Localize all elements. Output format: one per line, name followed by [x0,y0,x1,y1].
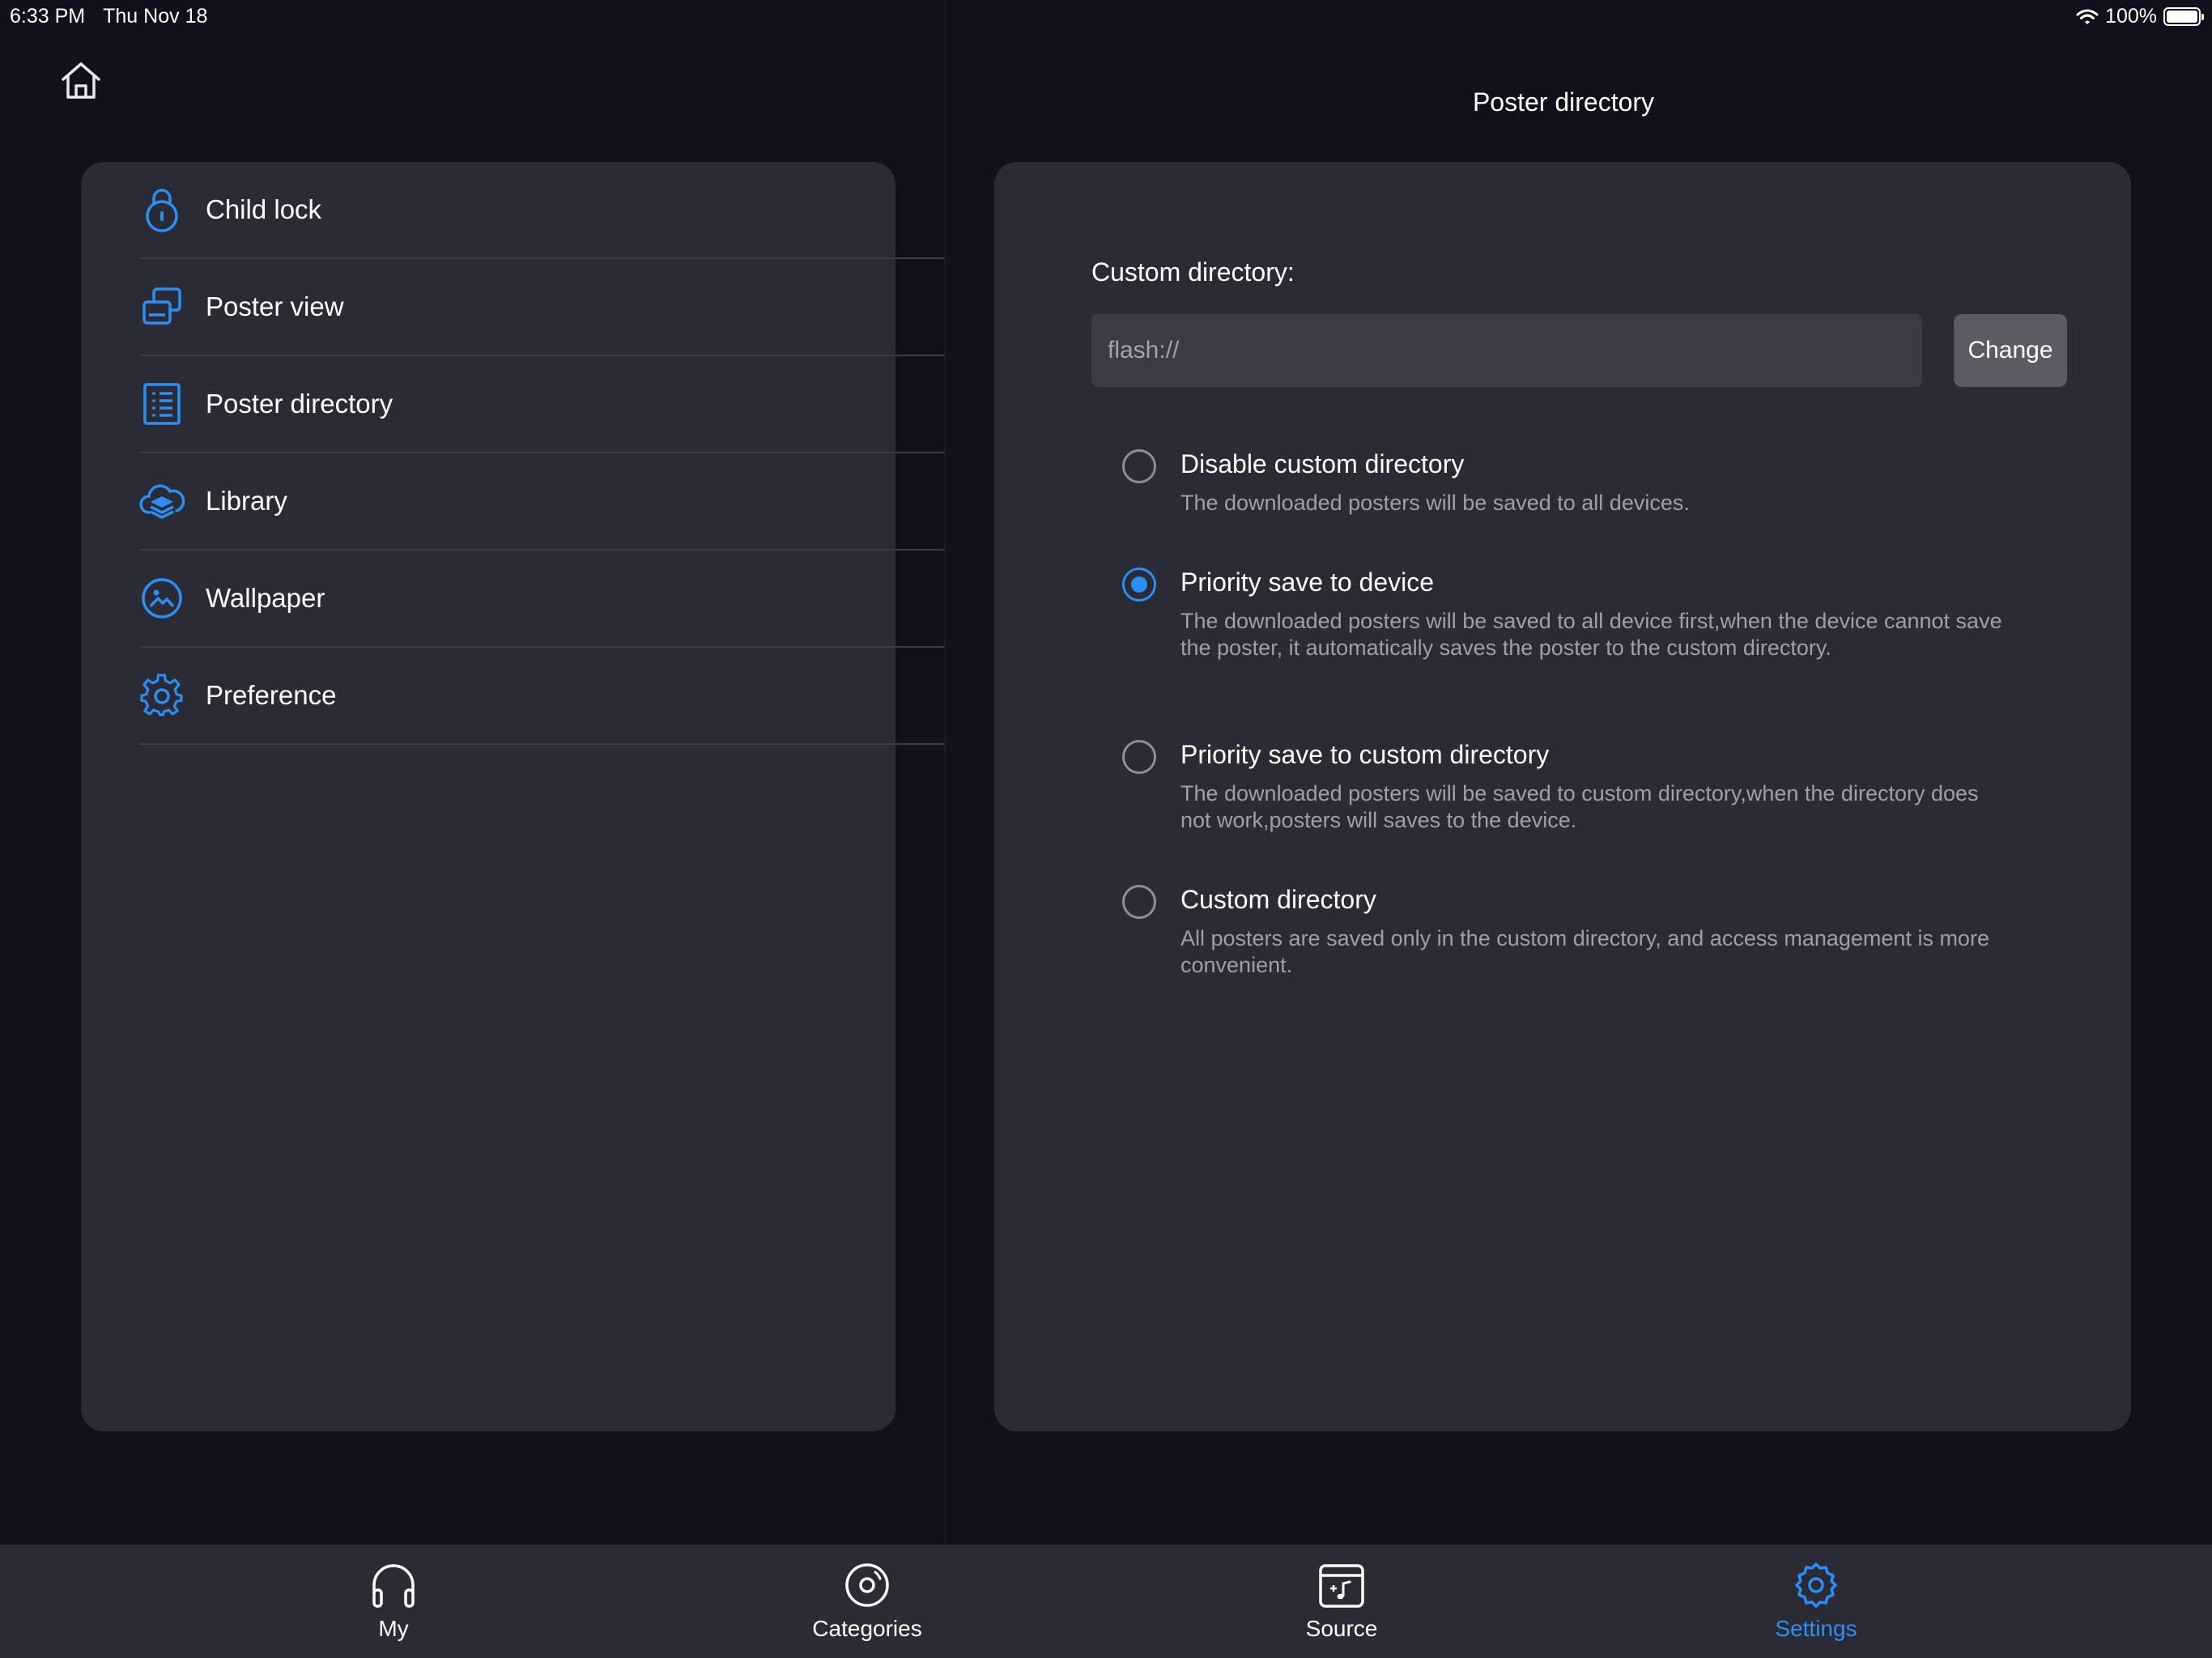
tab-label: Settings [1775,1616,1857,1641]
menu-item-label: Wallpaper [206,583,325,613]
change-button[interactable]: Change [1954,314,2067,387]
gear-icon [1795,1562,1837,1608]
tab-label: Source [1305,1616,1378,1641]
menu-item-label: Library [206,486,287,516]
menu-item-poster-view[interactable]: Poster view [139,259,944,356]
custom-directory-label: Custom directory: [1091,257,1295,287]
tab-label: My [378,1616,409,1641]
radio-button[interactable] [1122,885,1156,919]
tab-categories[interactable]: Categories [746,1545,989,1658]
option-description: The downloaded posters will be saved to … [1180,609,2002,660]
menu-item-label: Preference [206,680,337,710]
list-icon [139,381,185,427]
home-button[interactable] [58,60,104,102]
menu-item-label: Poster directory [206,389,393,419]
headphones-icon [372,1564,415,1608]
wifi-icon [2076,9,2099,24]
music-folder-icon [1319,1564,1364,1608]
option-title: Priority save to device [1180,568,1435,597]
status-date: Thu Nov 18 [103,5,208,28]
tab-bar: My Categories Source Settings [0,1545,2212,1658]
gear-icon [139,673,185,718]
home-icon [62,62,100,99]
settings-menu: Child lock Poster view Poster directory … [139,162,944,745]
poster-directory-card: Custom directory: Change Disable custom … [994,162,2131,1431]
option-description: The downloaded posters will be saved to … [1180,491,1690,515]
menu-item-preference[interactable]: Preference [139,648,944,745]
menu-item-label: Child lock [206,194,322,224]
status-left: 6:33 PM Thu Nov 18 [10,5,207,28]
option-description: The downloaded posters will be saved to … [1180,781,1979,832]
lock-icon [139,187,185,232]
menu-item-child-lock[interactable]: Child lock [139,162,944,259]
poster-view-icon [139,284,185,329]
battery-percent: 100% [2105,5,2157,28]
status-bar: 6:33 PM Thu Nov 18 100% [0,0,2212,32]
directory-path-input[interactable] [1091,314,1922,387]
pane-divider [944,0,946,1545]
option-title: Disable custom directory [1180,449,1465,478]
option-title: Priority save to custom directory [1180,740,1550,769]
menu-item-library[interactable]: Library [139,453,944,551]
status-time: 6:33 PM [10,5,86,28]
settings-menu-card: Child lock Poster view Poster directory … [81,162,944,1431]
tab-label: Categories [812,1616,922,1641]
option-description: All posters are saved only in the custom… [1180,926,1989,977]
menu-item-wallpaper[interactable]: Wallpaper [139,551,944,648]
screen: 6:33 PM Thu Nov 18 100% Child lock Poste… [0,0,2212,1658]
menu-item-poster-directory[interactable]: Poster directory [139,356,944,453]
image-icon [139,576,185,621]
option-title: Custom directory [1180,885,1376,914]
battery-icon [2163,7,2204,26]
status-right: 100% [2076,5,2204,28]
radio-button[interactable] [1122,740,1156,774]
tab-source[interactable]: Source [1220,1545,1463,1658]
radio-button[interactable] [1122,449,1156,483]
tab-my[interactable]: My [272,1545,515,1658]
page-title: Poster directory [1472,87,1655,117]
disc-icon [845,1563,889,1607]
menu-item-label: Poster view [206,291,344,321]
tab-settings[interactable]: Settings [1695,1545,1938,1658]
cloud-layers-icon [139,478,185,524]
radio-button-selected[interactable] [1122,568,1156,602]
